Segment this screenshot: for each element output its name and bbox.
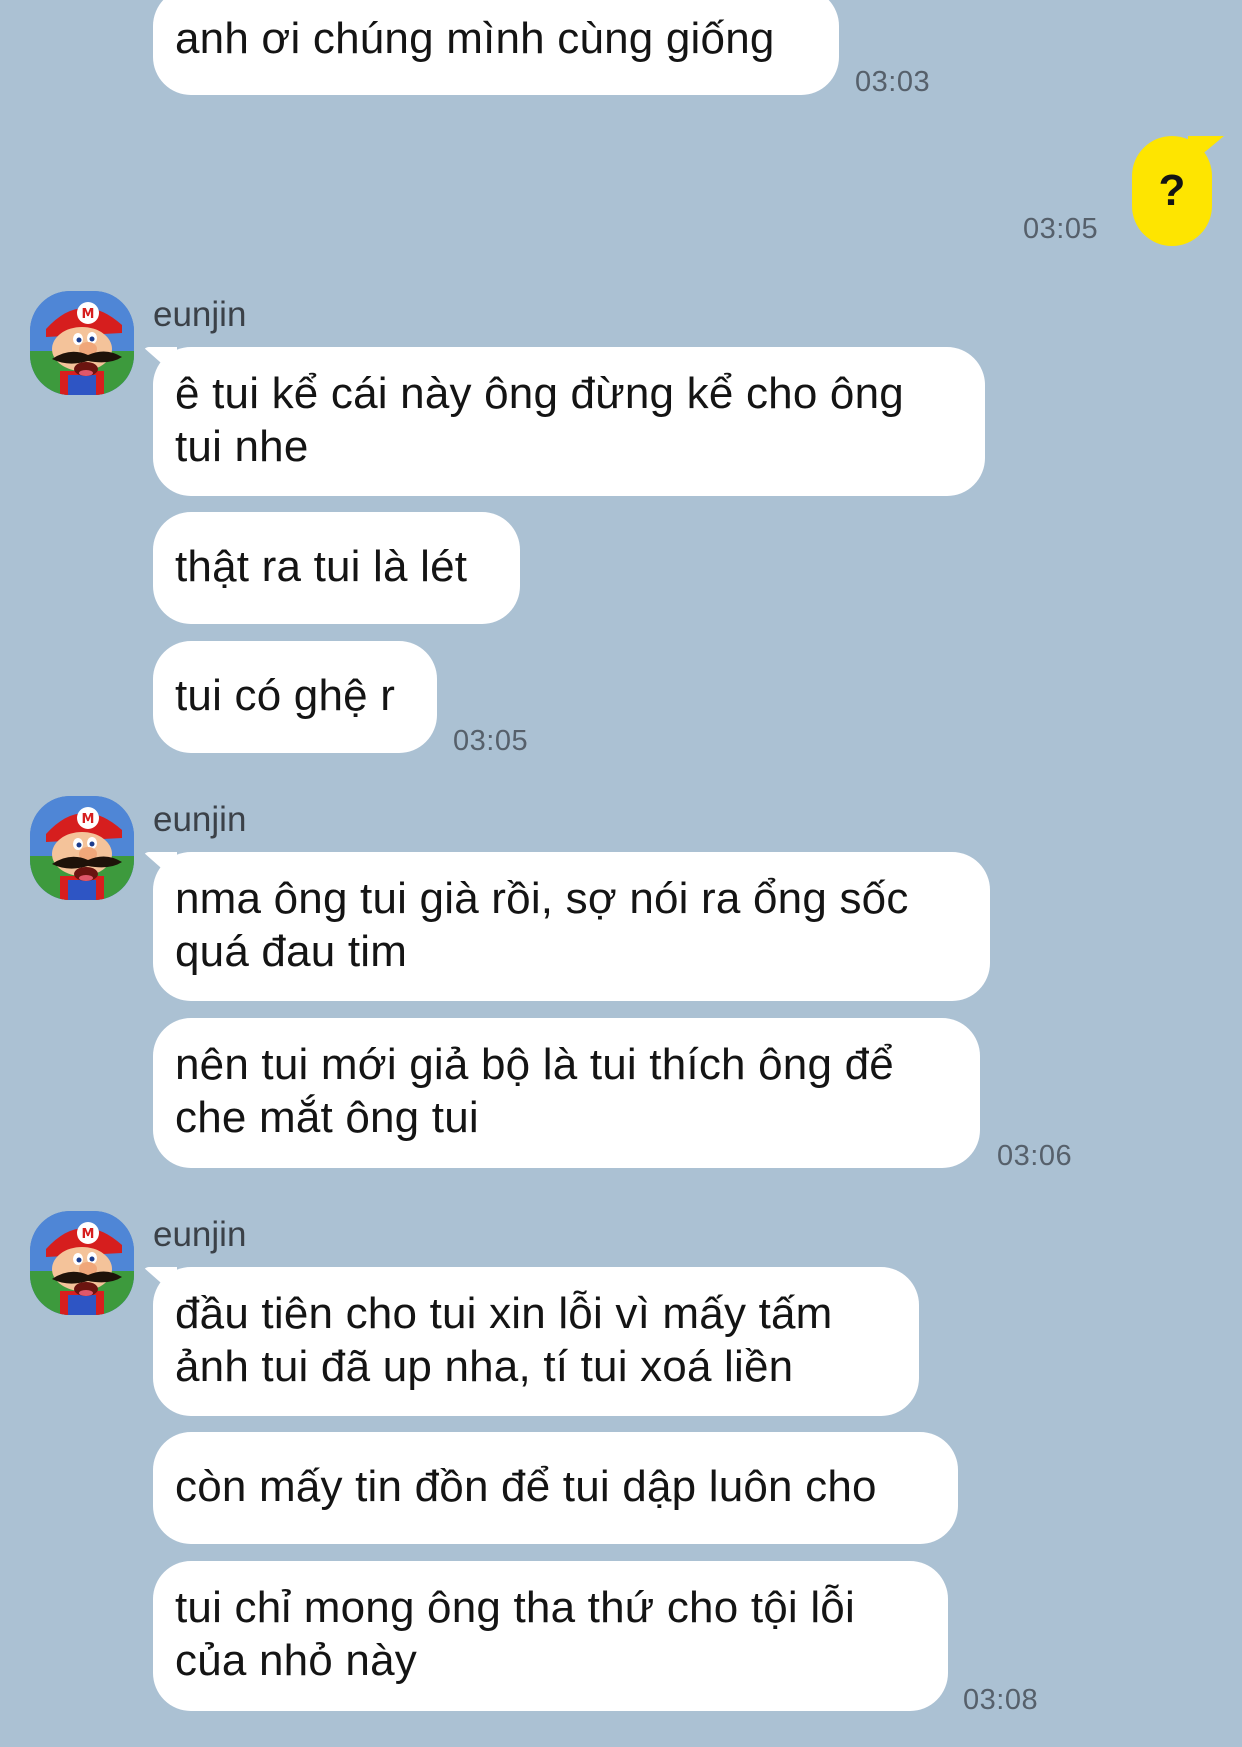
message-bubble[interactable]: nên tui mới giả bộ là tui thích ông để c… [153, 1018, 980, 1168]
sender-name: eunjin [153, 800, 247, 839]
message-time: 03:05 [453, 725, 529, 757]
message-bubble[interactable]: đầu tiên cho tui xin lỗi vì mấy tấm ảnh … [153, 1267, 919, 1416]
message-bubble[interactable]: anh ơi chúng mình cùng giống [153, 0, 839, 95]
message-bubble[interactable]: tui có ghệ r [153, 641, 437, 753]
message-bubble[interactable]: còn mấy tin đồn để tui dập luôn cho [153, 1432, 958, 1544]
message-time: 03:05 [1023, 213, 1099, 245]
svg-text:M: M [82, 307, 95, 322]
sender-name: eunjin [153, 1215, 247, 1254]
message-time: 03:08 [963, 1684, 1039, 1716]
sender-avatar[interactable]: M [30, 796, 134, 900]
mario-avatar-icon: M [30, 291, 134, 395]
message-time: 03:06 [997, 1140, 1073, 1172]
message-bubble[interactable]: thật ra tui là lét [153, 512, 520, 624]
message-bubble[interactable]: ê tui kể cái này ông đừng kể cho ông tui… [153, 347, 985, 496]
message-bubble[interactable]: nma ông tui già rồi, sợ nói ra ổng sốc q… [153, 852, 990, 1001]
mario-avatar-icon: M [30, 796, 134, 900]
message-bubble[interactable]: tui chỉ mong ông tha thứ cho tội lỗi của… [153, 1561, 948, 1711]
sender-name: eunjin [153, 295, 247, 334]
sender-avatar[interactable]: M [30, 1211, 134, 1315]
message-time: 03:03 [855, 66, 931, 98]
svg-text:M: M [82, 812, 95, 827]
sender-avatar[interactable]: M [30, 291, 134, 395]
mario-avatar-icon: M [30, 1211, 134, 1315]
my-message-bubble[interactable]: ? [1132, 136, 1212, 246]
svg-text:M: M [82, 1227, 95, 1242]
